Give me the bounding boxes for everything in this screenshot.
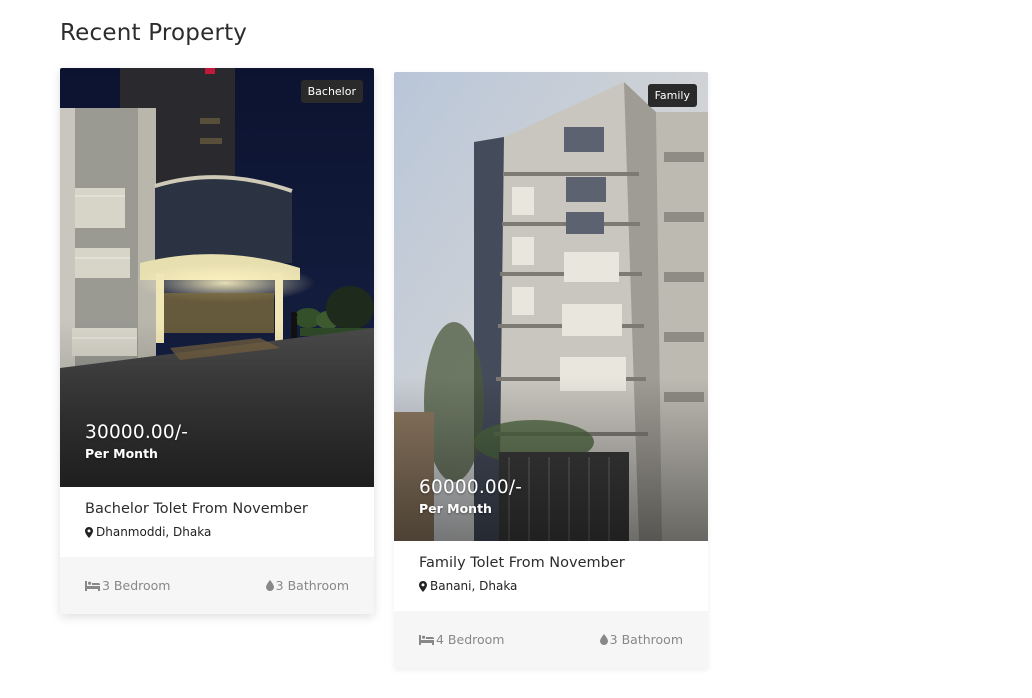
bed-icon [419,634,434,645]
location-text: Dhanmoddi, Dhaka [96,525,212,539]
property-location: Dhanmoddi, Dhaka [85,525,349,539]
price: 60000.00/- [419,477,523,498]
bed-icon [85,580,100,591]
map-marker-icon [85,526,93,538]
property-title[interactable]: Bachelor Tolet From November [85,501,349,517]
section-title: Recent Property [60,20,248,46]
property-card-bachelor[interactable]: Bachelor 30000.00/- Per Month Bachelor T… [60,68,374,614]
bedroom-count: 3 Bedroom [102,578,171,593]
bathroom-info: 3 Bathroom [265,578,349,593]
card-body: Bachelor Tolet From November Dhanmoddi, … [60,487,374,557]
bedroom-info: 3 Bedroom [85,578,170,593]
price: 30000.00/- [85,422,189,443]
price-unit: Per Month [419,501,492,516]
price-block: 30000.00/- Per Month [85,422,188,461]
water-drop-icon [265,580,274,591]
price-block: 60000.00/- Per Month [419,477,522,516]
location-text: Banani, Dhaka [430,579,518,593]
property-card-family[interactable]: Family 60000.00/- Per Month Family Tolet… [394,72,708,668]
water-drop-icon [599,634,608,645]
property-image[interactable]: Bachelor 30000.00/- Per Month [60,68,374,487]
bathroom-count: 3 Bathroom [609,632,683,647]
property-title[interactable]: Family Tolet From November [419,555,683,571]
category-badge: Family [647,84,697,107]
bathroom-info: 3 Bathroom [599,632,683,647]
bathroom-count: 3 Bathroom [275,578,349,593]
bedroom-count: 4 Bedroom [436,632,505,647]
card-footer: 4 Bedroom 3 Bathroom [394,611,708,668]
property-image[interactable]: Family 60000.00/- Per Month [394,72,708,541]
card-body: Family Tolet From November Banani, Dhaka [394,541,708,611]
property-location: Banani, Dhaka [419,579,683,593]
bedroom-info: 4 Bedroom [419,632,504,647]
apartment-building-photo [394,72,708,541]
price-unit: Per Month [85,446,158,461]
category-badge: Bachelor [300,80,363,103]
map-marker-icon [419,580,427,592]
card-footer: 3 Bedroom 3 Bathroom [60,557,374,614]
